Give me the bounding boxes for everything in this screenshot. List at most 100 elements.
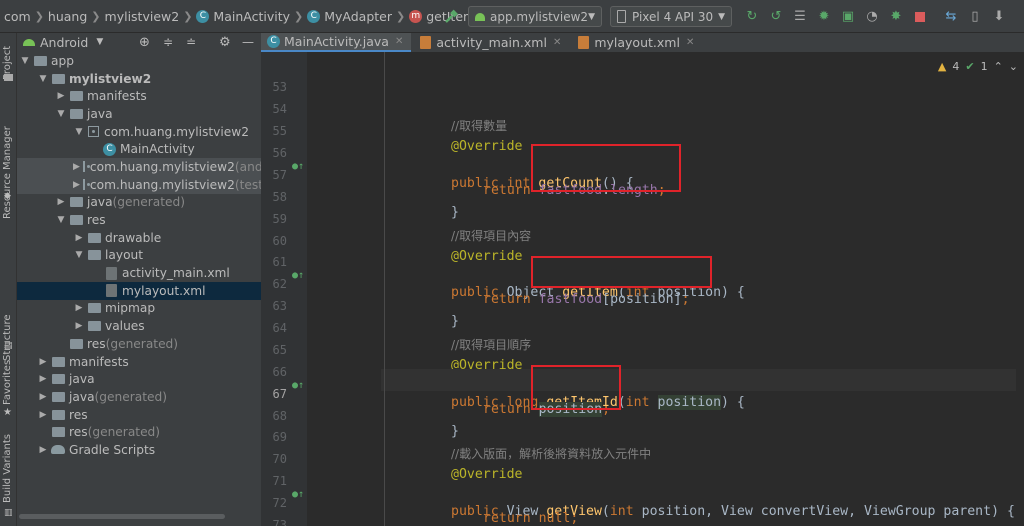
locate-icon[interactable]: ⊕ [139, 35, 150, 50]
tree-item-values[interactable]: ▶ values [17, 317, 261, 335]
editor-vertical-scrollbar[interactable] [1016, 52, 1024, 526]
avd-manager-icon[interactable]: ▯ [966, 8, 984, 26]
structure-tool-tab[interactable]: Structure [2, 314, 13, 361]
tree-item-activity-main-xml[interactable]: activity_main.xml [17, 264, 261, 282]
tree-item-java-root[interactable]: ▶ java [17, 370, 261, 388]
tree-item-label: java [69, 389, 95, 404]
breadcrumb-item-myadapter[interactable]: C MyAdapter [307, 9, 392, 24]
gradle-sync-icon[interactable]: ⇆ [942, 8, 960, 26]
folder-icon [70, 197, 83, 208]
resource-manager-tool-tab[interactable]: Resource Manager [2, 126, 13, 219]
code-line-53: 53 [261, 65, 1024, 94]
chevron-right-icon[interactable]: ▶ [55, 197, 67, 207]
tree-item-mainactivity[interactable]: C MainActivity [17, 140, 261, 158]
chevron-right-icon[interactable]: ▶ [37, 374, 49, 384]
chevron-right-icon[interactable]: ▶ [37, 392, 49, 402]
highlight-box-fastfood-position [531, 256, 712, 288]
apply-code-changes-icon[interactable]: ☰ [791, 8, 809, 26]
tree-item-layout[interactable]: ▼ layout [17, 247, 261, 265]
scrollbar-thumb[interactable] [19, 514, 225, 519]
close-icon[interactable]: ✕ [686, 37, 694, 48]
tree-item-label: res [87, 336, 106, 351]
tree-item-package-test[interactable]: ▶ com.huang.mylistview2 (test) [17, 175, 261, 194]
chevron-right-icon[interactable]: ▶ [73, 321, 85, 331]
chevron-right-icon[interactable]: ▶ [73, 180, 80, 190]
chevron-down-icon[interactable]: ▼ [37, 74, 49, 84]
close-icon[interactable]: ✕ [395, 36, 403, 47]
gear-icon[interactable]: ⚙ [219, 35, 231, 50]
tree-item-res-generated[interactable]: res (generated) [17, 335, 261, 353]
tree-item-java[interactable]: ▼ java [17, 105, 261, 123]
project-tree: ▼ app ▼ mylistview2 ▶ manifests ▼ java ▼ com.… [17, 52, 261, 459]
breadcrumb-item-mylistview2[interactable]: mylistview2 [105, 9, 180, 24]
run-config-label: app.mylistview2 [489, 9, 589, 24]
tree-item-manifests-root[interactable]: ▶ manifests [17, 353, 261, 371]
attach-debugger-icon[interactable]: ✸ [887, 8, 905, 26]
tree-item-mipmap[interactable]: ▶ mipmap [17, 300, 261, 318]
debug-icon[interactable]: ✹ [815, 8, 833, 26]
breadcrumb-item-huang[interactable]: huang [48, 9, 87, 24]
collapse-all-icon[interactable]: ≑ [163, 35, 173, 49]
view-mode-select[interactable]: Android [40, 35, 88, 50]
tree-item-label: app [51, 53, 74, 68]
chevron-right-icon[interactable]: ▶ [73, 303, 85, 313]
chevron-down-icon[interactable]: ▼ [19, 56, 31, 66]
tree-item-label: com.huang.mylistview2 [89, 177, 235, 192]
tree-item-mylistview2[interactable]: ▼ mylistview2 [17, 70, 261, 88]
minimize-icon[interactable]: — [242, 35, 254, 49]
code-line-59: 59 //取得項目內容 [261, 197, 1024, 243]
sdk-manager-icon[interactable]: ⬇ [990, 8, 1008, 26]
breadcrumb-item-mainactivity[interactable]: C MainActivity [196, 9, 290, 24]
close-icon[interactable]: ✕ [553, 37, 561, 48]
chevron-down-icon[interactable]: ▼ [96, 37, 103, 47]
chevron-down-icon[interactable]: ▼ [55, 215, 67, 225]
chevron-down-icon[interactable]: ▼ [73, 250, 85, 260]
code-editor[interactable]: ▲ 4 ✔ 1 ⌃ ⌄ 53 54 //取得數量 55 @Override 56 ●↑… [261, 52, 1024, 526]
favorites-tool-tab[interactable]: Favorites [2, 360, 13, 405]
tree-item-app[interactable]: ▼ app [17, 52, 261, 70]
chevron-down-icon[interactable]: ▼ [55, 109, 67, 119]
chevron-right-icon[interactable]: ▶ [73, 162, 80, 172]
tree-item-mylayout-xml[interactable]: mylayout.xml [17, 281, 261, 300]
hammer-build-icon[interactable] [441, 8, 461, 26]
tree-item-res-generated-root[interactable]: res (generated) [17, 423, 261, 441]
class-icon: C [103, 142, 116, 156]
tree-item-suffix: (generated) [112, 195, 186, 210]
chevron-right-icon[interactable]: ▶ [73, 233, 85, 243]
chevron-right-icon[interactable]: ▶ [55, 91, 67, 101]
chevron-right-icon[interactable]: ▶ [37, 357, 49, 367]
tree-item-java-generated[interactable]: ▶ java (generated) [17, 194, 261, 212]
expand-all-icon[interactable]: ≐ [186, 35, 196, 49]
tree-item-java-generated-root[interactable]: ▶ java (generated) [17, 388, 261, 406]
tab-activity-main-xml[interactable]: activity_main.xml ✕ [411, 33, 569, 52]
tab-mylayout-xml[interactable]: mylayout.xml ✕ [569, 33, 702, 52]
profile-icon[interactable]: ◔ [863, 8, 881, 26]
folder-icon [70, 108, 83, 119]
tree-item-suffix: (generated) [94, 389, 168, 404]
tree-item-package-android-test[interactable]: ▶ com.huang.mylistview2 (andro [17, 158, 261, 176]
tree-item-gradle-scripts[interactable]: ▶ Gradle Scripts [17, 441, 261, 459]
tree-item-package[interactable]: ▼ com.huang.mylistview2 [17, 123, 261, 141]
tab-mainactivity-java[interactable]: C MainActivity.java ✕ [261, 33, 412, 52]
chevron-right-icon[interactable]: ▶ [37, 445, 49, 455]
stop-icon[interactable] [911, 8, 929, 26]
tree-item-res-root[interactable]: ▶ res [17, 406, 261, 424]
breadcrumb-item-com[interactable]: com [4, 9, 31, 24]
tree-item-label: drawable [105, 230, 162, 245]
chevron-down-icon: ▼ [718, 11, 725, 22]
device-select[interactable]: Pixel 4 API 30 ▼ [610, 6, 732, 27]
chevron-down-icon[interactable]: ▼ [73, 127, 85, 137]
code-line-65: 65 @Override [261, 328, 1024, 373]
apply-changes-icon[interactable]: ↺ [767, 8, 785, 26]
chevron-right-icon[interactable]: ▶ [37, 410, 49, 420]
tree-item-res[interactable]: ▼ res [17, 211, 261, 229]
run-with-coverage-icon[interactable]: ▣ [839, 8, 857, 26]
tree-item-drawable[interactable]: ▶ drawable [17, 229, 261, 247]
panel-horizontal-scrollbar[interactable] [17, 512, 261, 520]
breadcrumb-label: MyAdapter [324, 9, 392, 24]
method-icon: m [409, 10, 423, 23]
run-configuration-select[interactable]: app.mylistview2 ▼ [468, 6, 602, 27]
rerun-icon[interactable]: ↻ [743, 8, 761, 26]
build-variants-tool-tab[interactable]: Build Variants [2, 434, 13, 503]
tree-item-manifests[interactable]: ▶ manifests [17, 87, 261, 105]
